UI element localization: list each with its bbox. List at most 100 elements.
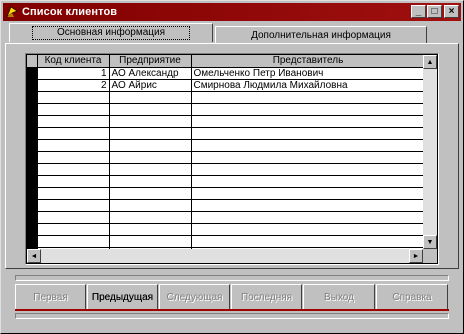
tab-additional-info[interactable]: Дополнительная информация [215,26,427,44]
table-row[interactable] [27,187,426,200]
empty-cell[interactable] [37,175,110,188]
cell-representative[interactable]: Смирнова Людмила Михайловна [191,79,426,92]
arrow-down-icon: ▼ [426,238,434,246]
title-bar[interactable]: Список клиентов _ □ × [3,3,461,21]
empty-cell[interactable] [191,211,426,224]
empty-cell[interactable] [191,163,426,176]
empty-cell[interactable] [191,103,426,116]
clients-grid[interactable]: Код клиента Предприятие Представитель 1 … [25,53,439,265]
table-row[interactable] [27,235,426,248]
empty-cell[interactable] [37,187,110,200]
empty-cell[interactable] [37,163,110,176]
accent-line [15,309,449,311]
table-row[interactable] [27,163,426,176]
cell-company[interactable]: АО Александр [109,67,192,80]
empty-cell[interactable] [191,115,426,128]
last-button[interactable]: Последняя [231,284,302,311]
row-indicator [27,187,38,200]
empty-cell[interactable] [109,103,192,116]
cell-company[interactable]: АО Айрис [109,79,192,92]
arrow-left-icon: ◄ [30,252,38,260]
empty-cell[interactable] [191,151,426,164]
empty-cell[interactable] [109,127,192,140]
row-indicator [27,199,38,212]
empty-cell[interactable] [109,223,192,236]
row-indicator [27,115,38,128]
row-indicator[interactable] [27,79,38,92]
table-row[interactable] [27,91,426,104]
column-header[interactable]: Код клиента [37,55,110,68]
table-row[interactable]: 2 АО Айрис Смирнова Людмила Михайловна [27,79,426,92]
separator [15,275,449,281]
scroll-corner [423,249,437,263]
first-button[interactable]: Первая [15,284,86,311]
empty-cell[interactable] [109,211,192,224]
empty-cell[interactable] [109,199,192,212]
tab-strip: Основная информация Дополнительная инфор… [5,23,459,45]
tab-main-info[interactable]: Основная информация [9,23,213,42]
table-row[interactable] [27,151,426,164]
button-label: Первая [33,292,68,303]
row-indicator [27,127,38,140]
navigation-buttons: Первая Предыдущая Следующая Последняя Вы… [15,284,449,311]
column-header[interactable]: Представитель [191,55,426,68]
vertical-scrollbar[interactable]: ▲ ▼ [423,55,437,249]
exit-button[interactable]: Выход [303,284,375,311]
empty-cell[interactable] [191,223,426,236]
empty-cell[interactable] [37,127,110,140]
table-row[interactable] [27,199,426,212]
scroll-right-button[interactable]: ► [409,249,423,263]
cell-representative[interactable]: Омельченко Петр Иванович [191,67,426,80]
empty-cell[interactable] [191,139,426,152]
cell-code[interactable]: 1 [37,67,110,80]
empty-cell[interactable] [37,115,110,128]
empty-cell[interactable] [109,163,192,176]
empty-cell[interactable] [37,91,110,104]
grid-table: Код клиента Предприятие Представитель 1 … [27,55,426,260]
previous-button[interactable]: Предыдущая [87,284,158,311]
scroll-left-button[interactable]: ◄ [27,249,41,263]
table-row[interactable] [27,211,426,224]
row-indicator[interactable] [27,67,38,80]
column-header[interactable]: Предприятие [109,55,192,68]
scroll-down-button[interactable]: ▼ [423,235,437,249]
empty-cell[interactable] [109,139,192,152]
table-row[interactable] [27,127,426,140]
minimize-button[interactable]: _ [411,5,426,18]
empty-cell[interactable] [109,151,192,164]
next-button[interactable]: Следующая [159,284,230,311]
empty-cell[interactable] [191,187,426,200]
button-label: Следующая [166,292,223,303]
empty-cell[interactable] [37,151,110,164]
empty-cell[interactable] [37,211,110,224]
empty-cell[interactable] [191,235,426,248]
empty-cell[interactable] [191,127,426,140]
close-button[interactable]: × [444,5,459,18]
horizontal-scrollbar[interactable]: ◄ ► [27,249,423,263]
empty-cell[interactable] [109,175,192,188]
table-row[interactable] [27,175,426,188]
scroll-up-button[interactable]: ▲ [423,55,437,69]
empty-cell[interactable] [109,115,192,128]
table-row[interactable]: 1 АО Александр Омельченко Петр Иванович [27,67,426,80]
empty-cell[interactable] [109,91,192,104]
help-button[interactable]: Справка [376,284,448,311]
empty-cell[interactable] [191,175,426,188]
empty-cell[interactable] [37,199,110,212]
empty-cell[interactable] [37,103,110,116]
maximize-button[interactable]: □ [427,5,442,18]
empty-cell[interactable] [37,139,110,152]
empty-cell[interactable] [109,187,192,200]
empty-cell[interactable] [191,199,426,212]
empty-cell[interactable] [37,223,110,236]
arrow-up-icon: ▲ [426,58,434,66]
table-row[interactable] [27,139,426,152]
empty-cell[interactable] [109,235,192,248]
table-row[interactable] [27,223,426,236]
table-row[interactable] [27,115,426,128]
empty-cell[interactable] [37,235,110,248]
empty-cell[interactable] [191,91,426,104]
row-indicator [27,235,38,248]
cell-code[interactable]: 2 [37,79,110,92]
table-row[interactable] [27,103,426,116]
